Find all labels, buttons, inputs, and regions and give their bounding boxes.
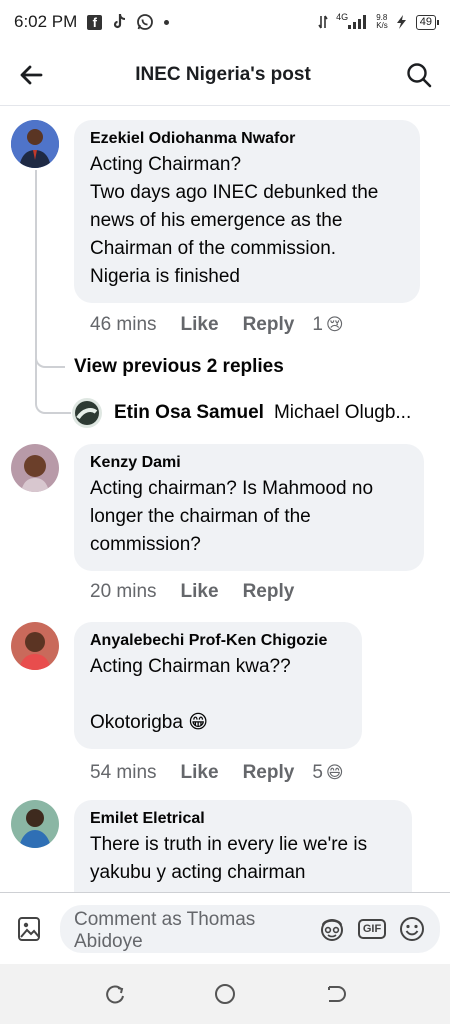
notification-icons: f (87, 13, 170, 31)
thread-connector (35, 368, 71, 414)
comment-bubble[interactable]: Anyalebechi Prof-Ken Chigozie Acting Cha… (74, 622, 362, 749)
like-button[interactable]: Like (181, 581, 219, 603)
data-transfer-icon (318, 15, 328, 29)
status-time: 6:02 PM (14, 12, 78, 31)
more-notifications-dot (164, 19, 170, 25)
avatar[interactable] (11, 120, 59, 168)
reply-author: Etin Osa Samuel (114, 402, 264, 423)
reply-button[interactable]: Reply (243, 762, 295, 784)
comment-actions: 54 mins Like Reply 5 😄 (90, 762, 344, 784)
status-right: 4G 9.8 K/s 49 (318, 12, 440, 32)
haha-reaction-icon: 😄 (325, 763, 344, 782)
emoji-icon (400, 916, 424, 941)
comment-composer: Comment as Thomas Abidoye GIF (0, 892, 450, 964)
arrow-left-icon (20, 65, 43, 84)
emoji-button[interactable] (392, 909, 432, 949)
comments-feed[interactable]: Ezekiel Odiohanma Nwafor Acting Chairman… (0, 106, 450, 892)
back-button[interactable] (0, 44, 62, 106)
speed-unit: K/s (376, 21, 388, 30)
reply-snippet: Michael Olugb... (273, 402, 412, 423)
network-speed: 9.8 K/s (376, 14, 388, 30)
gif-icon: GIF (357, 918, 387, 939)
comment-text: Acting Chairman kwa?? Okotorigba 😁 (90, 656, 291, 733)
reply-button[interactable]: Reply (243, 314, 295, 336)
reaction-summary[interactable]: 5 😄 (312, 762, 343, 784)
home-button[interactable] (205, 974, 245, 1014)
comment-actions: 20 mins Like Reply (90, 581, 318, 603)
avatar (72, 398, 102, 428)
facebook-icon: f (87, 14, 103, 30)
sad-reaction-icon: 😢 (325, 315, 344, 334)
reply-button[interactable]: Reply (243, 581, 295, 603)
comment-time[interactable]: 46 mins (90, 314, 157, 336)
reaction-count: 1 (312, 314, 323, 335)
battery-level: 49 (415, 14, 440, 30)
avatar-image (11, 120, 59, 168)
photo-button[interactable] (14, 914, 44, 944)
comment-text: There is truth in every lie we're is yak… (90, 834, 373, 883)
commenter-name[interactable]: Anyalebechi Prof-Ken Chigozie (90, 632, 346, 650)
like-button[interactable]: Like (181, 762, 219, 784)
avatar-image (72, 398, 102, 428)
reaction-count: 5 (312, 762, 323, 783)
back-nav-button[interactable] (315, 974, 355, 1014)
status-bar: 6:02 PM f 4G 9.8 K/s 49 (0, 0, 450, 44)
comment-actions: 46 mins Like Reply 1 😢 (90, 314, 344, 336)
avatar-image (11, 622, 59, 670)
avatar[interactable] (11, 444, 59, 492)
comment-input-placeholder[interactable]: Comment as Thomas Abidoye (74, 907, 312, 951)
network-type: 4G (336, 12, 349, 22)
comment-text: Acting chairman? Is Mahmood no longer th… (90, 478, 379, 555)
page-title: INEC Nigeria's post (135, 63, 311, 85)
avatar-image (11, 800, 59, 848)
reaction-summary[interactable]: 1 😢 (312, 314, 343, 336)
avatar-image (11, 444, 59, 492)
avatar-sticker-icon (321, 918, 343, 941)
comment-time[interactable]: 54 mins (90, 762, 157, 784)
view-previous-replies[interactable]: View previous 2 replies (74, 356, 284, 378)
commenter-name[interactable]: Ezekiel Odiohanma Nwafor (90, 130, 404, 148)
image-icon (18, 916, 40, 941)
comment-time[interactable]: 20 mins (90, 581, 157, 603)
charging-icon (396, 15, 406, 29)
thread-connector (35, 346, 65, 368)
search-button[interactable] (388, 44, 450, 106)
avatar-sticker-button[interactable] (312, 909, 352, 949)
avatar[interactable] (11, 800, 59, 848)
system-nav-bar (0, 964, 450, 1024)
comment-bubble[interactable]: Emilet Eletrical There is truth in every… (74, 800, 412, 892)
whatsapp-icon (137, 14, 154, 30)
comment-input[interactable]: Comment as Thomas Abidoye GIF (60, 904, 440, 953)
back-nav-icon (328, 986, 346, 1002)
signal-icon (348, 15, 367, 29)
recent-apps-button[interactable] (95, 974, 135, 1014)
reply-preview[interactable]: Etin Osa Samuel Michael Olugb... (72, 398, 411, 428)
tiktok-icon (114, 14, 126, 29)
commenter-name[interactable]: Kenzy Dami (90, 454, 408, 472)
commenter-name[interactable]: Emilet Eletrical (90, 810, 396, 828)
search-icon (407, 62, 432, 87)
comment-bubble[interactable]: Ezekiel Odiohanma Nwafor Acting Chairman… (74, 120, 420, 303)
comment-bubble[interactable]: Kenzy Dami Acting chairman? Is Mahmood n… (74, 444, 424, 571)
avatar[interactable] (11, 622, 59, 670)
gif-button[interactable]: GIF (352, 909, 392, 949)
like-button[interactable]: Like (181, 314, 219, 336)
post-header: INEC Nigeria's post (0, 44, 450, 106)
recent-apps-icon (106, 985, 124, 1004)
comment-text: Acting Chairman? Two days ago INEC debun… (90, 154, 379, 287)
home-circle-icon (215, 984, 235, 1004)
thread-line (35, 170, 37, 368)
